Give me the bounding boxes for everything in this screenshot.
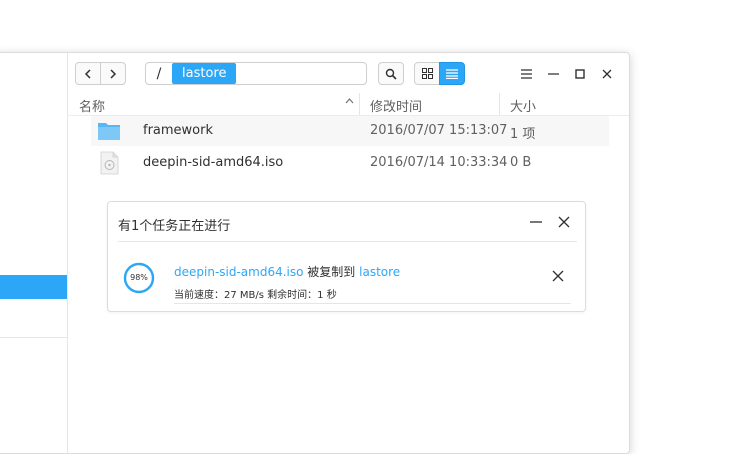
task-file-name: deepin-sid-amd64.iso [174,265,304,279]
folder-icon [98,123,120,140]
column-size[interactable]: 大小 [510,96,536,115]
task-destination: lastore [359,265,401,279]
chevron-left-icon [84,68,91,79]
window-maximize-button[interactable] [571,65,589,83]
search-button[interactable] [378,62,404,85]
cancel-task-icon[interactable] [550,268,566,284]
sidebar-selected-item[interactable] [0,275,67,299]
menu-icon [520,69,532,79]
file-size: 0 B [510,155,532,170]
file-modified: 2016/07/07 15:13:07 [370,123,508,138]
sidebar [0,53,68,453]
file-row-framework[interactable]: framework 2016/07/07 15:13:07 1 项 [91,116,609,146]
column-modified[interactable]: 修改时间 [370,96,422,115]
chevron-right-icon [110,68,117,79]
divider [174,303,571,304]
maximize-icon [575,69,585,79]
close-icon[interactable] [556,214,572,230]
file-name: framework [143,123,214,138]
icon-view-button[interactable] [414,62,440,85]
file-size: 1 项 [510,127,536,142]
grid-view-icon [421,68,433,79]
column-header: 名称 修改时间 大小 [67,93,629,116]
task-description: deepin-sid-amd64.iso 被复制到 lastore [174,263,400,280]
progress-percent: 98% [130,273,148,282]
minimize-icon [547,73,559,75]
column-divider[interactable] [499,93,500,115]
column-name[interactable]: 名称 [79,96,105,115]
file-modified: 2016/07/14 10:33:34 [370,155,508,170]
window-close-button[interactable] [598,65,616,83]
breadcrumb[interactable]: / lastore [145,62,367,85]
file-name: deepin-sid-amd64.iso [143,155,284,170]
iso-file-icon [100,151,119,175]
back-button[interactable] [75,62,101,85]
breadcrumb-current[interactable]: lastore [172,63,237,84]
window-minimize-button[interactable] [544,65,562,83]
sidebar-divider [0,337,67,338]
list-view-icon [446,68,458,79]
divider [118,241,577,242]
search-icon [385,68,397,80]
close-icon [602,69,612,79]
window-menu-button[interactable] [517,65,535,83]
column-divider[interactable] [359,93,360,115]
breadcrumb-root[interactable]: / [146,66,172,82]
forward-button[interactable] [100,62,126,85]
task-dialog: 有1个任务正在进行 98% deepin-sid-amd64.iso 被复制到 … [107,201,586,312]
task-action: 被复制到 [303,265,360,279]
sort-ascending-icon[interactable] [345,98,354,104]
minimize-icon[interactable] [528,214,544,230]
task-status: 当前速度：27 MB/s 剩余时间：1 秒 [174,290,337,301]
task-title: 有1个任务正在进行 [118,219,231,234]
file-row-iso[interactable]: deepin-sid-amd64.iso 2016/07/14 10:33:34… [91,148,609,178]
list-view-button[interactable] [439,62,465,85]
